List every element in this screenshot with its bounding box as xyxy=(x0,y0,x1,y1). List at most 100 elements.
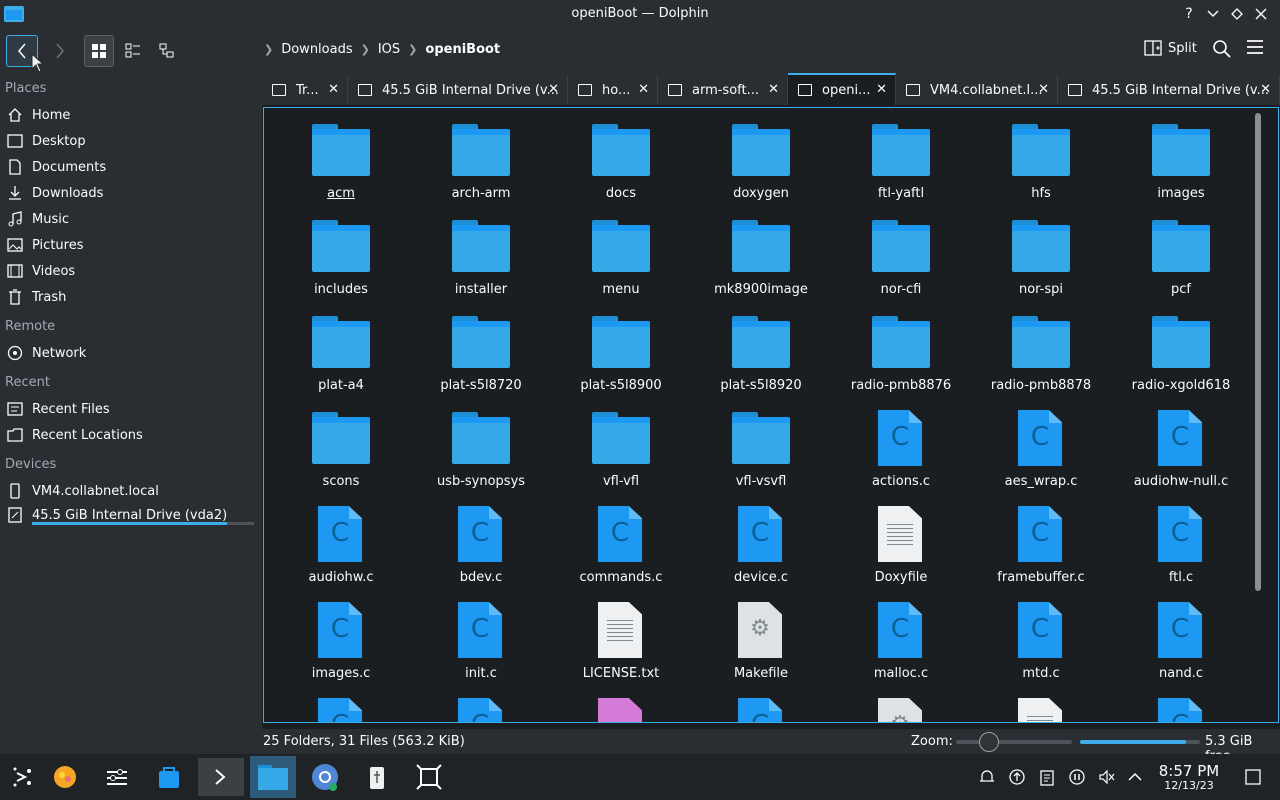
file-item[interactable]: Cframebuffer.c xyxy=(971,492,1111,588)
forward-button[interactable] xyxy=(44,35,76,67)
file-item[interactable]: Caudiohw-null.c xyxy=(1111,396,1251,492)
folder-item[interactable]: plat-s5l8720 xyxy=(411,300,551,396)
file-item[interactable]: Cbdev.c xyxy=(411,492,551,588)
folder-item[interactable]: includes xyxy=(271,204,411,300)
file-item[interactable]: Cmtd.c xyxy=(971,588,1111,684)
folder-item[interactable]: plat-s5l8900 xyxy=(551,300,691,396)
tab-1[interactable]: Tr... ✕ xyxy=(262,75,348,105)
dolphin-icon[interactable] xyxy=(250,756,296,798)
file-item[interactable]: Cmalloc.c xyxy=(831,588,971,684)
store-icon[interactable] xyxy=(146,756,192,798)
tab-close-icon[interactable]: ✕ xyxy=(768,82,779,97)
file-item[interactable] xyxy=(551,684,691,722)
file-view[interactable]: acm arch-arm docs doxygen ftl-yaftl hfs images… xyxy=(263,107,1279,723)
tab-close-icon[interactable]: ✕ xyxy=(328,82,339,97)
usb-icon[interactable] xyxy=(354,756,400,798)
folder-item[interactable]: nor-spi xyxy=(971,204,1111,300)
file-item[interactable]: ⚙ Makefile xyxy=(691,588,831,684)
sidebar-item-videos[interactable]: Videos xyxy=(6,259,256,283)
file-item[interactable]: Cnand.c xyxy=(1111,588,1251,684)
sidebar-item-recent-locations[interactable]: Recent Locations xyxy=(6,423,256,447)
file-item[interactable]: Caudiohw.c xyxy=(271,492,411,588)
split-button[interactable]: Split xyxy=(1144,40,1197,56)
file-item[interactable]: ⚙ xyxy=(831,684,971,722)
file-item[interactable]: C xyxy=(271,684,411,722)
folder-item[interactable]: mk8900image xyxy=(691,204,831,300)
file-item[interactable]: Ccommands.c xyxy=(551,492,691,588)
chevron-up-icon[interactable] xyxy=(1124,766,1146,788)
folder-item[interactable]: plat-a4 xyxy=(271,300,411,396)
tab-close-icon[interactable]: ✕ xyxy=(1260,82,1271,97)
file-item[interactable]: Cimages.c xyxy=(271,588,411,684)
tab-close-icon[interactable]: ✕ xyxy=(1038,82,1049,97)
overview-icon[interactable] xyxy=(406,756,452,798)
file-item[interactable]: Cactions.c xyxy=(831,396,971,492)
folder-item[interactable]: radio-pmb8876 xyxy=(831,300,971,396)
file-item[interactable]: Cinit.c xyxy=(411,588,551,684)
breadcrumb-item-ios[interactable]: IOS xyxy=(378,42,400,57)
file-item[interactable] xyxy=(971,684,1111,722)
folder-item[interactable]: installer xyxy=(411,204,551,300)
file-item[interactable]: C xyxy=(1111,684,1251,722)
media-pause-icon[interactable] xyxy=(1066,766,1088,788)
tab-7[interactable]: 45.5 GiB Internal Drive (v... ✕ xyxy=(1058,75,1280,105)
scrollbar[interactable] xyxy=(1255,113,1261,591)
tab-5[interactable]: openi... ✕ xyxy=(788,73,896,105)
show-desktop-icon[interactable] xyxy=(1242,766,1264,788)
sidebar-item-trash[interactable]: Trash xyxy=(6,285,256,309)
zoom-slider-handle[interactable] xyxy=(979,732,1000,752)
clock[interactable]: 8:57 PM 12/13/23 xyxy=(1156,762,1222,792)
app-launcher-icon[interactable] xyxy=(0,756,46,798)
hamburger-menu-button[interactable] xyxy=(1246,39,1268,61)
folder-item[interactable]: menu xyxy=(551,204,691,300)
sidebar-item-recent-files[interactable]: Recent Files xyxy=(6,397,256,421)
folder-item[interactable]: hfs xyxy=(971,108,1111,204)
folder-item[interactable]: nor-cfi xyxy=(831,204,971,300)
konsole-icon[interactable] xyxy=(198,756,244,798)
minimize-icon[interactable] xyxy=(1204,4,1222,24)
icons-view-button[interactable] xyxy=(84,35,114,67)
notifications-icon[interactable] xyxy=(976,766,998,788)
plasma-discover-icon[interactable] xyxy=(42,756,88,798)
sidebar-item-home[interactable]: Home xyxy=(6,103,256,127)
file-item[interactable]: Cftl.c xyxy=(1111,492,1251,588)
sidebar-item-vm4[interactable]: VM4.collabnet.local xyxy=(6,479,256,503)
tab-close-icon[interactable]: ✕ xyxy=(548,82,559,97)
file-item[interactable]: Cdevice.c xyxy=(691,492,831,588)
file-item[interactable]: C xyxy=(691,684,831,722)
folder-item[interactable]: ftl-yaftl xyxy=(831,108,971,204)
folder-item[interactable]: pcf xyxy=(1111,204,1251,300)
file-item[interactable]: LICENSE.txt xyxy=(551,588,691,684)
breadcrumb-item-downloads[interactable]: Downloads xyxy=(281,42,352,57)
sidebar-item-desktop[interactable]: Desktop xyxy=(6,129,256,153)
folder-item[interactable]: doxygen xyxy=(691,108,831,204)
folder-item[interactable]: vfl-vfl xyxy=(551,396,691,492)
tab-close-icon[interactable]: ✕ xyxy=(876,82,887,97)
folder-item[interactable]: vfl-vsvfl xyxy=(691,396,831,492)
folder-item[interactable]: scons xyxy=(271,396,411,492)
sidebar-item-documents[interactable]: Documents xyxy=(6,155,256,179)
sidebar-item-pictures[interactable]: Pictures xyxy=(6,233,256,257)
folder-item[interactable]: plat-s5l8920 xyxy=(691,300,831,396)
sidebar-item-network[interactable]: Network xyxy=(6,341,256,365)
folder-item[interactable]: radio-pmb8878 xyxy=(971,300,1111,396)
file-item[interactable]: C xyxy=(411,684,551,722)
folder-item[interactable]: docs xyxy=(551,108,691,204)
details-view-button[interactable] xyxy=(152,35,182,67)
file-item[interactable]: Caes_wrap.c xyxy=(971,396,1111,492)
close-icon[interactable] xyxy=(1252,4,1270,24)
tab-6[interactable]: VM4.collabnet.l... ✕ xyxy=(896,75,1058,105)
system-settings-icon[interactable] xyxy=(94,756,140,798)
sidebar-item-music[interactable]: Music xyxy=(6,207,256,231)
tab-4[interactable]: arm-soft... ✕ xyxy=(658,75,788,105)
search-button[interactable] xyxy=(1212,39,1234,61)
update-icon[interactable] xyxy=(1006,766,1028,788)
tab-2[interactable]: 45.5 GiB Internal Drive (v... ✕ xyxy=(348,75,568,105)
clipboard-icon[interactable] xyxy=(1036,766,1058,788)
sidebar-item-downloads[interactable]: Downloads xyxy=(6,181,256,205)
folder-item[interactable]: arch-arm xyxy=(411,108,551,204)
folder-item[interactable]: radio-xgold618 xyxy=(1111,300,1251,396)
file-item[interactable]: Doxyfile xyxy=(831,492,971,588)
folder-item[interactable]: acm xyxy=(271,108,411,204)
volume-muted-icon[interactable] xyxy=(1096,766,1118,788)
